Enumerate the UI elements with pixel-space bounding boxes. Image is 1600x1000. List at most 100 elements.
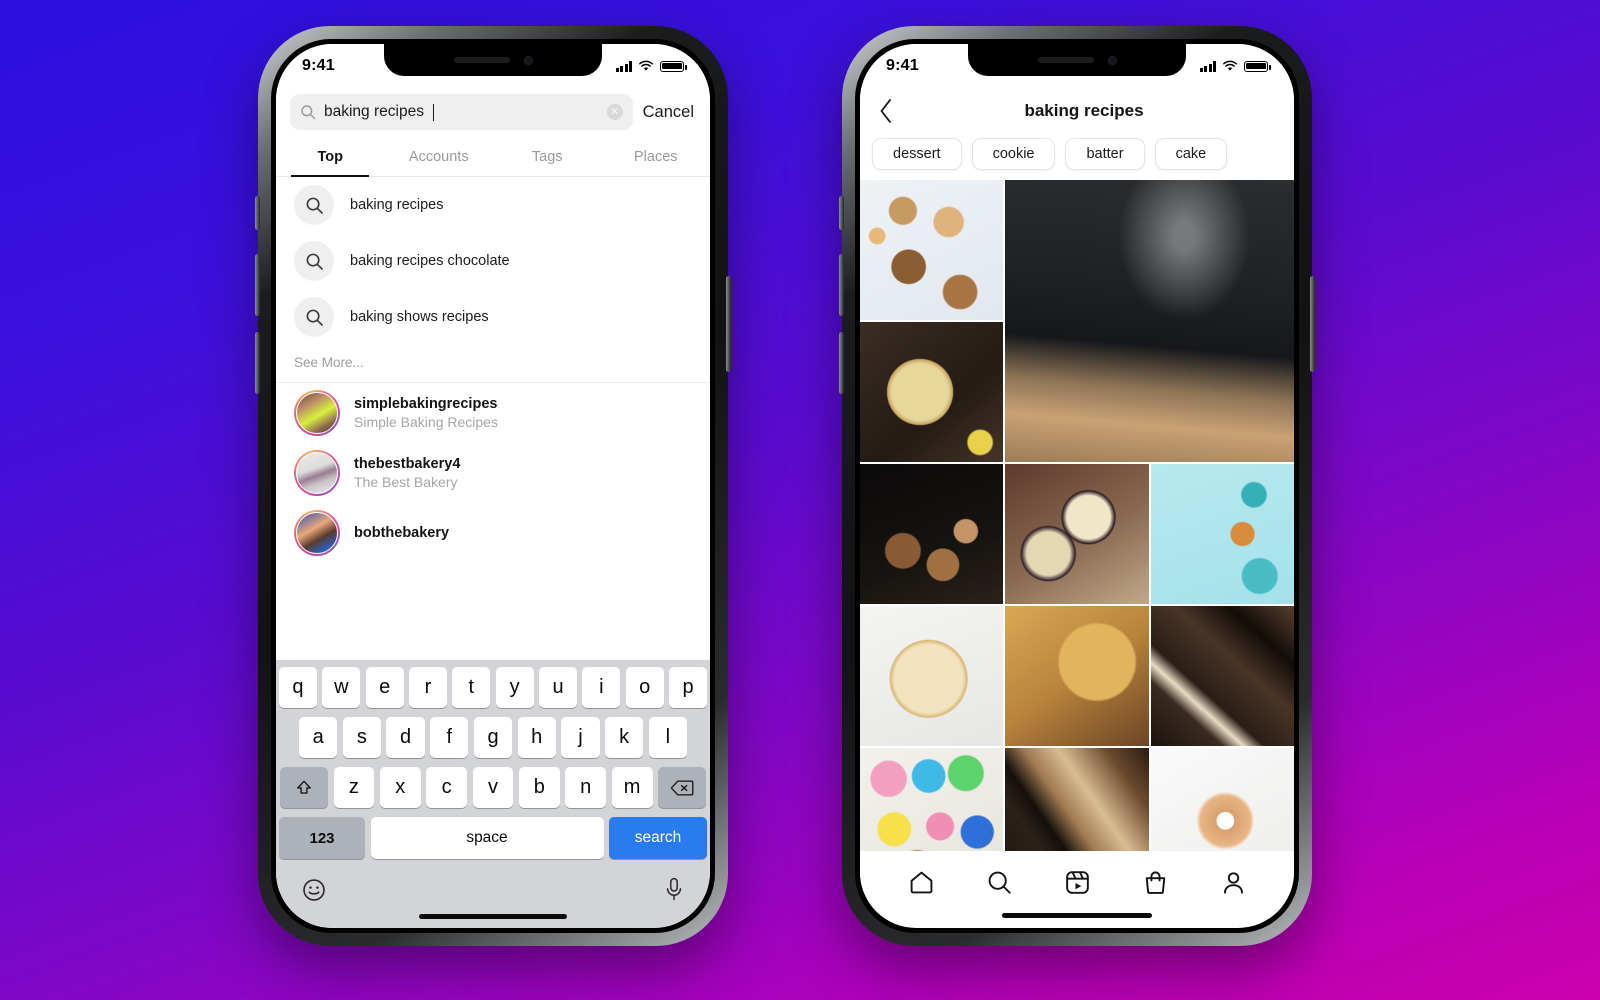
space-key[interactable]: space [370, 817, 604, 859]
list-item[interactable]: bobthebakery [276, 503, 710, 563]
account-username: thebestbakery4 [354, 456, 461, 472]
key-u[interactable]: u [539, 667, 577, 708]
grid-photo-chocolate-chunks[interactable] [1150, 606, 1294, 746]
chip-cookie[interactable]: cookie [971, 138, 1056, 170]
key-i[interactable]: i [582, 667, 621, 708]
grid-photo-muffins-dark[interactable] [860, 464, 1004, 604]
grid-photo-spatula-pie[interactable] [1005, 748, 1149, 851]
key-p[interactable]: p [669, 667, 707, 708]
search-key[interactable]: search [609, 817, 707, 859]
grid-photo-assorted-pies-marble[interactable] [860, 180, 1004, 320]
search-icon [294, 185, 334, 225]
shop-icon[interactable] [1142, 869, 1169, 896]
home-indicator[interactable] [1002, 913, 1152, 918]
grid-photo-golden-tart[interactable] [860, 606, 1004, 746]
volume-up-button[interactable] [839, 254, 844, 316]
grid-photo-lattice-pie-dark[interactable] [860, 322, 1004, 462]
account-username: bobthebakery [354, 525, 450, 541]
power-button[interactable] [726, 276, 731, 372]
account-fullname: The Best Bakery [354, 474, 458, 490]
key-l[interactable]: l [648, 717, 687, 758]
grid-photo-sifting-sugar-pastry[interactable] [1005, 180, 1294, 462]
list-item[interactable]: baking recipes [276, 177, 710, 233]
suggestion-list: baking recipes baking recipes chocolate … [276, 177, 710, 563]
key-h[interactable]: h [517, 717, 556, 758]
volume-up-button[interactable] [255, 254, 260, 316]
grid-photo-berry-lattice-pies[interactable] [1005, 464, 1149, 604]
key-s[interactable]: s [342, 717, 381, 758]
chip-batter[interactable]: batter [1065, 138, 1145, 170]
list-item[interactable]: thebestbakery4 The Best Bakery [276, 443, 710, 503]
key-o[interactable]: o [625, 667, 664, 708]
grid-photo-glazed-donut-bite[interactable] [1150, 748, 1294, 851]
chip-dessert[interactable]: dessert [872, 138, 962, 170]
key-b[interactable]: b [518, 767, 560, 808]
grid-photo-crumble-pie[interactable] [1005, 606, 1149, 746]
search-input[interactable]: baking recipes ✕ [290, 94, 633, 130]
home-indicator[interactable] [419, 914, 567, 919]
results-header: baking recipes [860, 88, 1294, 136]
suggestion-label: baking shows recipes [350, 309, 489, 325]
cellular-signal-icon [615, 60, 632, 72]
left-phone-device: 9:41 baking recipes ✕ Cancel Top Account… [255, 26, 731, 946]
key-z[interactable]: z [333, 767, 375, 808]
wifi-icon [1223, 60, 1237, 71]
list-item[interactable]: baking recipes chocolate [276, 233, 710, 289]
key-q[interactable]: q [279, 667, 317, 708]
cellular-signal-icon [1199, 60, 1216, 72]
list-item[interactable]: baking shows recipes [276, 289, 710, 345]
right-phone-device: 9:41 baking recipes dessert cookie batte… [839, 26, 1315, 946]
key-n[interactable]: n [565, 767, 607, 808]
profile-icon[interactable] [1220, 869, 1247, 896]
key-r[interactable]: r [409, 667, 447, 708]
see-more-link[interactable]: See More... [276, 345, 710, 383]
power-button[interactable] [1310, 276, 1315, 372]
key-j[interactable]: j [561, 717, 600, 758]
cancel-button[interactable]: Cancel [643, 103, 698, 122]
list-item[interactable]: simplebakingrecipes Simple Baking Recipe… [276, 383, 710, 443]
key-g[interactable]: g [473, 717, 513, 758]
numbers-key[interactable]: 123 [279, 817, 365, 859]
tab-places[interactable]: Places [602, 140, 711, 176]
key-w[interactable]: w [322, 667, 361, 708]
key-t[interactable]: t [452, 667, 491, 708]
filter-chips: dessert cookie batter cake [860, 136, 1294, 180]
volume-down-button[interactable] [255, 332, 260, 394]
tab-accounts[interactable]: Accounts [385, 140, 494, 176]
avatar [294, 390, 340, 436]
status-time: 9:41 [886, 57, 919, 74]
chip-cake[interactable]: cake [1154, 138, 1228, 170]
home-icon[interactable] [908, 869, 935, 896]
backspace-icon[interactable] [658, 767, 707, 808]
grid-photo-colorful-donuts[interactable] [860, 748, 1004, 851]
emoji-smiley-icon[interactable] [301, 877, 327, 903]
volume-down-button[interactable] [839, 332, 844, 394]
shift-arrow-icon[interactable] [280, 767, 328, 808]
key-y[interactable]: y [495, 667, 534, 708]
tab-tags[interactable]: Tags [493, 140, 602, 176]
clear-circle-icon[interactable]: ✕ [606, 104, 623, 120]
notch [384, 44, 602, 76]
key-a[interactable]: a [299, 717, 338, 758]
microphone-icon[interactable] [663, 877, 685, 903]
battery-icon [660, 60, 687, 72]
key-m[interactable]: m [611, 767, 653, 808]
key-v[interactable]: v [472, 767, 514, 808]
key-k[interactable]: k [605, 717, 644, 758]
reels-icon[interactable] [1064, 869, 1091, 896]
tab-top[interactable]: Top [276, 140, 385, 177]
key-f[interactable]: f [430, 717, 469, 758]
mute-switch[interactable] [839, 196, 844, 230]
key-d[interactable]: d [386, 717, 425, 758]
keyboard-row-1: q w e r t y u i o p [279, 667, 707, 708]
search-icon[interactable] [986, 869, 1013, 896]
mute-switch[interactable] [255, 196, 260, 230]
right-phone-bezel: 9:41 baking recipes dessert cookie batte… [855, 39, 1299, 933]
suggestion-label: baking recipes chocolate [350, 253, 510, 269]
key-e[interactable]: e [365, 667, 404, 708]
earpiece-speaker-icon [453, 57, 510, 63]
key-x[interactable]: x [379, 767, 421, 808]
keyboard-row-4: 123 space search [279, 817, 707, 859]
key-c[interactable]: c [426, 767, 468, 808]
grid-photo-macarons-mint[interactable] [1150, 464, 1294, 604]
